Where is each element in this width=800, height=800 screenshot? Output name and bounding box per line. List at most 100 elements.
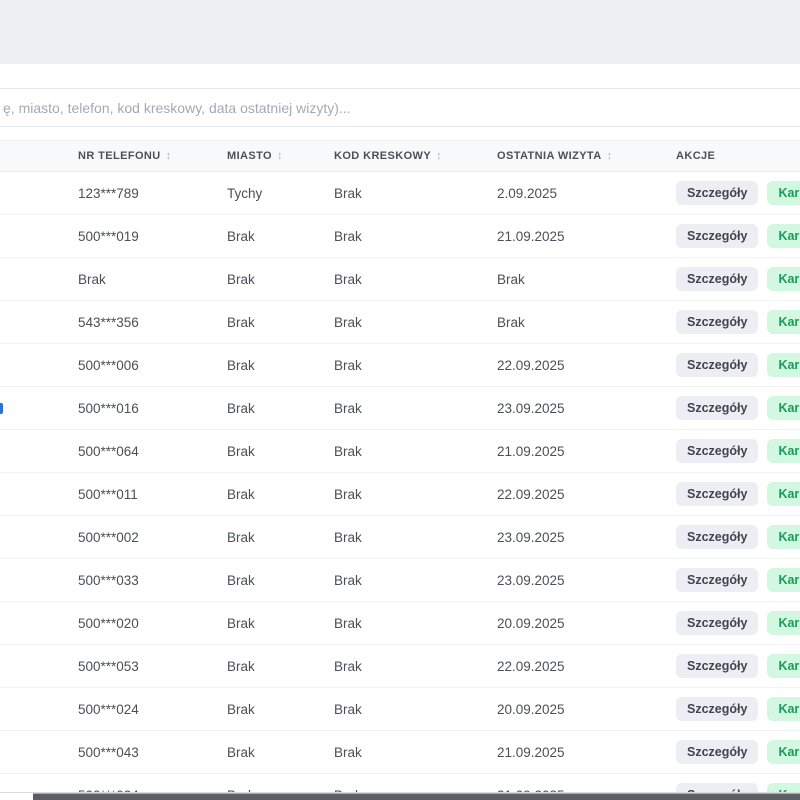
column-label: NR TELEFONU [78, 150, 161, 162]
passes-button[interactable]: Karnety [767, 181, 800, 205]
cell-barcode: Brak [334, 401, 497, 416]
cell-last-visit: 20.09.2025 [497, 702, 676, 717]
table-row: 123***789TychyBrak2.09.2025SzczegółyKarn… [0, 172, 800, 215]
cell-city: Brak [227, 272, 334, 287]
truncated-first-column-cell [0, 688, 78, 730]
details-button[interactable]: Szczegóły [676, 482, 758, 506]
details-button[interactable]: Szczegóły [676, 654, 758, 678]
cell-last-visit: 21.09.2025 [497, 745, 676, 760]
cell-barcode: Brak [334, 530, 497, 545]
cell-phone: 500***020 [78, 616, 227, 631]
cell-last-visit: 23.09.2025 [497, 530, 676, 545]
cell-phone: 500***016 [78, 401, 227, 416]
truncated-first-column-cell [0, 258, 78, 300]
cell-last-visit: 21.09.2025 [497, 229, 676, 244]
table-row: 500***002BrakBrak23.09.2025SzczegółyKarn… [0, 516, 800, 559]
table-row: 500***019BrakBrak21.09.2025SzczegółyKarn… [0, 215, 800, 258]
details-button[interactable]: Szczegóły [676, 224, 758, 248]
passes-button[interactable]: Karnety [767, 224, 800, 248]
cell-barcode: Brak [334, 272, 497, 287]
details-button[interactable]: Szczegóły [676, 525, 758, 549]
cell-barcode: Brak [334, 229, 497, 244]
column-header-ostatnia-wizyta[interactable]: OSTATNIA WIZYTA ↕ [497, 150, 676, 162]
passes-button[interactable]: Karnety [767, 611, 800, 635]
passes-button[interactable]: Karnety [767, 740, 800, 764]
cell-actions: Szczegóły Karnety [676, 568, 800, 592]
cell-actions: Szczegóły Karnety [676, 396, 800, 420]
cell-actions: Szczegóły Karnety [676, 697, 800, 721]
cell-actions: Szczegóły Karnety [676, 740, 800, 764]
cell-last-visit: 23.09.2025 [497, 573, 676, 588]
details-button[interactable]: Szczegóły [676, 697, 758, 721]
passes-button[interactable]: Karnety [767, 353, 800, 377]
passes-button[interactable]: Karnety [767, 697, 800, 721]
passes-button[interactable]: Karnety [767, 439, 800, 463]
column-header-nr-telefonu[interactable]: NR TELEFONU ↕ [78, 150, 227, 162]
table-row: BrakBrakBrakBrakSzczegółyKarnety [0, 258, 800, 301]
cell-last-visit: 22.09.2025 [497, 358, 676, 373]
cell-city: Brak [227, 487, 334, 502]
cell-last-visit: Brak [497, 315, 676, 330]
cell-actions: Szczegóły Karnety [676, 310, 800, 334]
passes-button[interactable]: Karnety [767, 568, 800, 592]
truncated-first-column-cell [0, 473, 78, 515]
cell-barcode: Brak [334, 358, 497, 373]
passes-button[interactable]: Karnety [767, 482, 800, 506]
cell-city: Brak [227, 573, 334, 588]
cell-actions: Szczegóły Karnety [676, 525, 800, 549]
table-row: 500***016BrakBrak23.09.2025SzczegółyKarn… [0, 387, 800, 430]
cell-barcode: Brak [334, 186, 497, 201]
details-button[interactable]: Szczegóły [676, 353, 758, 377]
column-label: OSTATNIA WIZYTA [497, 150, 602, 162]
sort-icon[interactable]: ↕ [166, 150, 172, 162]
cell-phone: 500***011 [78, 487, 227, 502]
table-row: 500***024BrakBrak20.09.2025SzczegółyKarn… [0, 688, 800, 731]
passes-button[interactable]: Karnety [767, 310, 800, 334]
details-button[interactable]: Szczegóły [676, 611, 758, 635]
passes-button[interactable]: Karnety [767, 525, 800, 549]
details-button[interactable]: Szczegóły [676, 267, 758, 291]
cell-barcode: Brak [334, 745, 497, 760]
cell-city: Brak [227, 702, 334, 717]
passes-button[interactable]: Karnety [767, 267, 800, 291]
column-header-miasto[interactable]: MIASTO↕ [227, 150, 334, 162]
cell-actions: Szczegóły Karnety [676, 439, 800, 463]
table-row: 500***053BrakBrak22.09.2025SzczegółyKarn… [0, 645, 800, 688]
sort-icon[interactable]: ↕ [607, 150, 613, 162]
cell-actions: Szczegóły Karnety [676, 353, 800, 377]
cell-phone: 500***006 [78, 358, 227, 373]
cell-last-visit: 22.09.2025 [497, 659, 676, 674]
clients-page: NR TELEFONU↕MIASTO↕KOD KRESKOWY↕OSTATNIA… [0, 0, 800, 800]
cell-actions: Szczegóły Karnety [676, 611, 800, 635]
truncated-link-fragment[interactable] [0, 403, 3, 414]
cell-barcode: Brak [334, 444, 497, 459]
details-button[interactable]: Szczegóły [676, 396, 758, 420]
sort-icon[interactable]: ↕ [277, 150, 283, 162]
truncated-first-column-cell [0, 387, 78, 429]
search-input[interactable] [0, 88, 800, 127]
passes-button[interactable]: Karnety [767, 654, 800, 678]
cell-city: Brak [227, 315, 334, 330]
cell-phone: 500***043 [78, 745, 227, 760]
table-row: 543***356BrakBrakBrakSzczegółyKarnety [0, 301, 800, 344]
truncated-first-column-cell [0, 301, 78, 343]
sort-icon[interactable]: ↕ [436, 150, 442, 162]
cell-city: Brak [227, 358, 334, 373]
details-button[interactable]: Szczegóły [676, 181, 758, 205]
details-button[interactable]: Szczegóły [676, 568, 758, 592]
clients-table: NR TELEFONU↕MIASTO↕KOD KRESKOWY↕OSTATNIA… [0, 140, 800, 800]
column-header-kod-kreskowy[interactable]: KOD KRESKOWY↕ [334, 150, 497, 162]
details-button[interactable]: Szczegóły [676, 439, 758, 463]
table-header-row: NR TELEFONU↕MIASTO↕KOD KRESKOWY↕OSTATNIA… [0, 140, 800, 172]
cell-actions: Szczegóły Karnety [676, 267, 800, 291]
table-row: 500***033BrakBrak23.09.2025SzczegółyKarn… [0, 559, 800, 602]
cell-city: Tychy [227, 186, 334, 201]
details-button[interactable]: Szczegóły [676, 740, 758, 764]
cell-last-visit: Brak [497, 272, 676, 287]
cell-barcode: Brak [334, 487, 497, 502]
cell-last-visit: 20.09.2025 [497, 616, 676, 631]
details-button[interactable]: Szczegóły [676, 310, 758, 334]
passes-button[interactable]: Karnety [767, 396, 800, 420]
truncated-first-column-cell [0, 516, 78, 558]
taskbar-edge [33, 793, 800, 800]
